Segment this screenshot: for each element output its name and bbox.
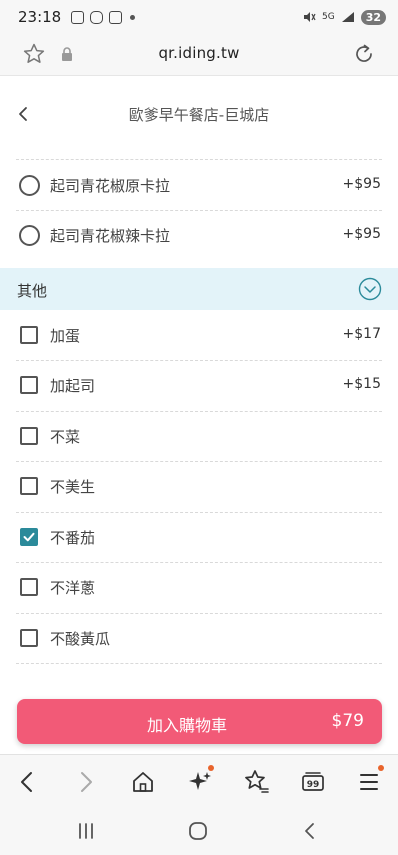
page-header: 歐爹早午餐店-巨城店	[0, 76, 398, 154]
signal-icon	[341, 12, 354, 22]
network-label: 5G	[321, 12, 335, 22]
store-title: 歐爹早午餐店-巨城店	[128, 106, 270, 124]
option-price: +$95	[342, 176, 381, 192]
sparkle-badge	[208, 765, 214, 771]
extra-price: +$17	[342, 326, 381, 342]
extra-label: 不酸黃瓜	[50, 630, 111, 648]
option-row[interactable]: 起司青花椒辣卡拉 +$95	[0, 210, 398, 260]
system-icons: 5G 32	[302, 9, 386, 25]
extra-row[interactable]: 加起司 +$15	[0, 360, 398, 410]
section-header-other[interactable]: 其他	[0, 268, 398, 310]
section-title: 其他	[17, 282, 48, 300]
notification-icons	[71, 10, 136, 24]
back-button-icon[interactable]	[298, 820, 322, 842]
option-price: +$95	[342, 226, 381, 242]
checkbox[interactable]	[20, 427, 38, 445]
extra-row[interactable]: 不番茄	[0, 512, 398, 562]
tabs-icon[interactable]: 99	[298, 767, 328, 797]
add-to-cart-button[interactable]: 加入購物車 $79	[17, 699, 382, 744]
home-icon[interactable]	[128, 767, 158, 797]
bookmarks-icon[interactable]	[241, 767, 271, 797]
option-label: 起司青花椒原卡拉	[50, 177, 171, 195]
extra-label: 不菜	[50, 428, 81, 446]
extra-row[interactable]: 不洋蔥	[0, 562, 398, 612]
cart-bar: 加入購物車 $79	[0, 684, 398, 754]
extra-price: +$15	[342, 376, 381, 392]
recent-apps-icon[interactable]	[74, 820, 98, 842]
sparkle-ai-icon[interactable]	[185, 767, 215, 797]
radio-button[interactable]	[19, 225, 40, 246]
app-notification-icon	[109, 10, 123, 24]
checkbox[interactable]	[20, 629, 38, 647]
extra-label: 不番茄	[50, 529, 96, 547]
checkbox[interactable]	[20, 326, 38, 344]
gallery-notification-icon	[71, 10, 85, 24]
status-time: 23:18	[18, 8, 62, 26]
add-to-cart-label: 加入購物車	[146, 716, 227, 735]
tabs-count: 99	[307, 780, 320, 790]
android-nav-bar	[0, 808, 398, 855]
checkbox[interactable]	[20, 578, 38, 596]
cart-total: $79	[331, 711, 364, 731]
forward-icon[interactable]	[71, 767, 101, 797]
radio-button[interactable]	[19, 175, 40, 196]
checkbox[interactable]	[20, 376, 38, 394]
checkbox[interactable]	[20, 477, 38, 495]
extra-label: 不洋蔥	[50, 579, 96, 597]
back-icon[interactable]	[12, 767, 42, 797]
more-notifications-icon	[130, 14, 136, 20]
option-row[interactable]: 起司青花椒原卡拉 +$95	[0, 160, 398, 210]
reload-icon[interactable]	[352, 42, 376, 66]
checkbox-checked[interactable]	[20, 528, 38, 546]
extra-label: 加蛋	[50, 327, 81, 345]
extra-label: 不美生	[50, 478, 96, 496]
chevron-down-circle-icon[interactable]	[358, 277, 382, 301]
divider	[16, 663, 382, 664]
extra-row[interactable]: 加蛋 +$17	[0, 310, 398, 360]
browser-toolbar: 99	[0, 754, 398, 808]
home-button-icon[interactable]	[186, 820, 210, 842]
extra-row[interactable]: 不酸黃瓜	[0, 613, 398, 663]
url-text[interactable]: qr.iding.tw	[0, 44, 398, 62]
mute-icon	[303, 12, 316, 22]
menu-badge	[378, 765, 384, 771]
menu-icon[interactable]	[355, 767, 385, 797]
extra-row[interactable]: 不美生	[0, 461, 398, 511]
extra-label: 加起司	[50, 377, 96, 395]
checkmark-icon	[23, 532, 35, 542]
line-notification-icon	[90, 10, 104, 24]
battery-indicator: 32	[360, 9, 386, 25]
status-bar: 23:18 5G 32	[0, 0, 398, 34]
browser-url-bar: qr.iding.tw	[0, 34, 398, 76]
extra-row[interactable]: 不菜	[0, 411, 398, 461]
option-label: 起司青花椒辣卡拉	[50, 227, 171, 245]
